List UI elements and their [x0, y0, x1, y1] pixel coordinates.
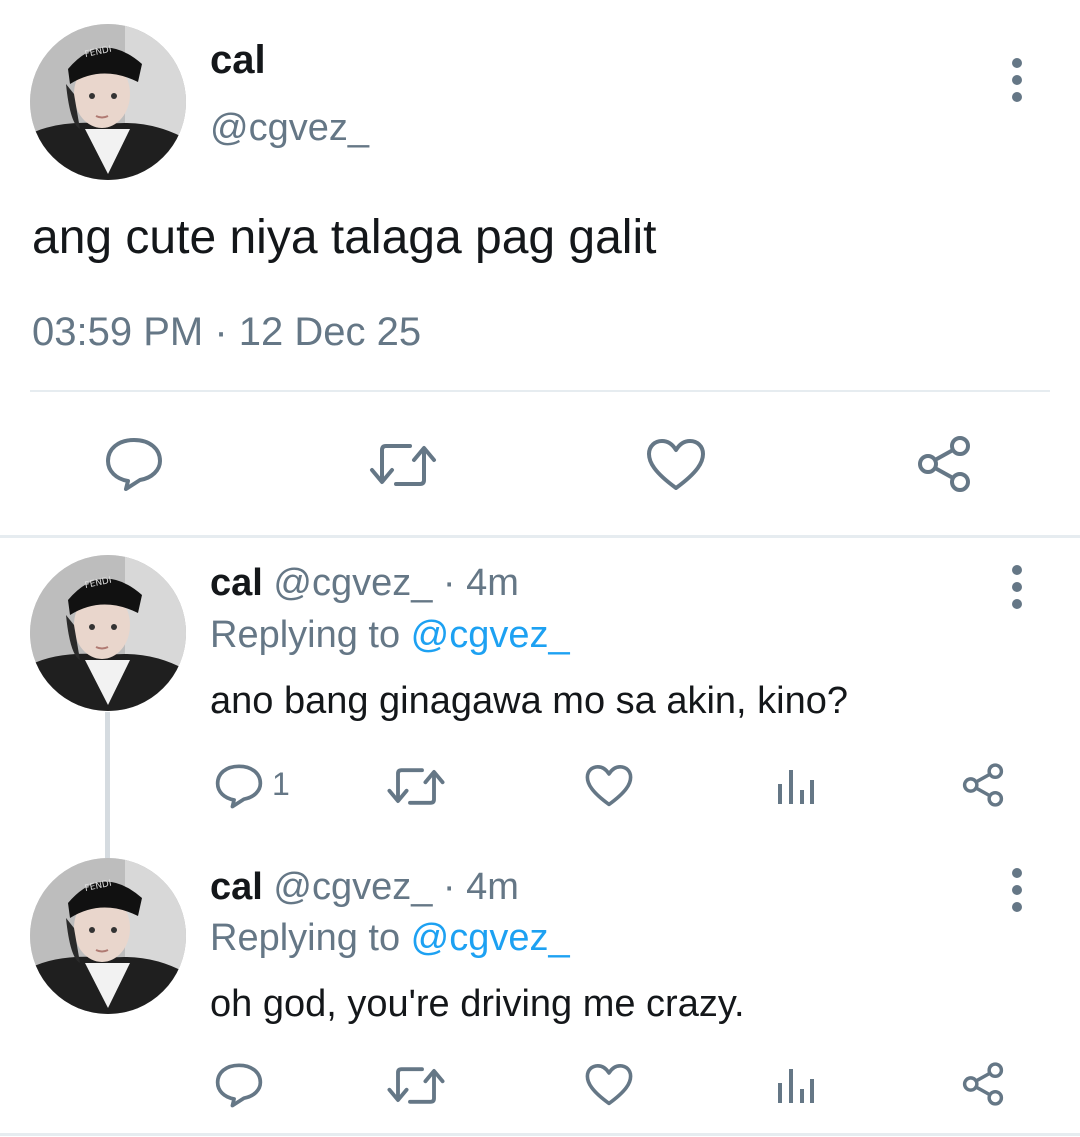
share-icon[interactable] — [914, 434, 974, 494]
retweet-icon[interactable] — [368, 440, 438, 490]
reply-text: oh god, you're driving me crazy. — [210, 983, 745, 1025]
avatar[interactable] — [30, 555, 186, 711]
share-icon[interactable] — [960, 762, 1006, 808]
replying-mention[interactable]: @cgvez_ — [411, 917, 570, 959]
avatar-image — [30, 555, 186, 711]
author-handle[interactable]: @cgvez_ — [273, 562, 432, 604]
relative-time: 4m — [466, 866, 519, 908]
share-icon[interactable] — [960, 1061, 1006, 1107]
bottom-divider — [0, 1133, 1080, 1136]
more-options-icon[interactable] — [1005, 868, 1029, 912]
like-icon[interactable] — [585, 1063, 633, 1107]
retweet-icon[interactable] — [386, 765, 446, 808]
thread-connector — [105, 712, 110, 860]
replying-label: Replying to — [210, 614, 411, 656]
reply-header: cal @cgvez_ · 4m — [210, 866, 519, 909]
retweet-icon[interactable] — [386, 1064, 446, 1107]
like-icon[interactable] — [646, 438, 706, 492]
analytics-icon[interactable] — [776, 1065, 816, 1105]
author-name[interactable]: cal — [210, 38, 266, 83]
separator-dot: · — [432, 562, 467, 604]
like-icon[interactable] — [585, 764, 633, 808]
reply-icon[interactable] — [104, 436, 164, 492]
analytics-icon[interactable] — [776, 766, 816, 806]
author-name[interactable]: cal — [210, 866, 263, 908]
replying-to: Replying to @cgvez_ — [210, 614, 570, 657]
avatar[interactable] — [30, 858, 186, 1014]
replying-mention[interactable]: @cgvez_ — [411, 614, 570, 656]
reply-count: 1 — [272, 766, 290, 802]
author-handle[interactable]: @cgvez_ — [273, 866, 432, 908]
author-name[interactable]: cal — [210, 562, 263, 604]
reply-icon[interactable] — [214, 763, 264, 809]
section-divider — [0, 535, 1080, 538]
reply-text: ano bang ginagawa mo sa akin, kino? — [210, 680, 849, 722]
relative-time: 4m — [466, 562, 519, 604]
avatar-image — [30, 858, 186, 1014]
reply-header: cal @cgvez_ · 4m — [210, 562, 519, 605]
replying-to: Replying to @cgvez_ — [210, 917, 570, 960]
author-handle[interactable]: @cgvez_ — [210, 107, 369, 150]
avatar[interactable] — [30, 24, 186, 180]
reply-icon[interactable] — [214, 1062, 264, 1108]
tweet-text: ang cute niya talaga pag galit — [32, 211, 657, 264]
divider — [30, 390, 1050, 392]
tweet-timestamp: 03:59 PM · 12 Dec 25 — [32, 310, 422, 354]
more-options-icon[interactable] — [1005, 565, 1029, 609]
separator-dot: · — [432, 866, 467, 908]
more-options-icon[interactable] — [1005, 58, 1029, 102]
replying-label: Replying to — [210, 917, 411, 959]
avatar-image — [30, 24, 186, 180]
